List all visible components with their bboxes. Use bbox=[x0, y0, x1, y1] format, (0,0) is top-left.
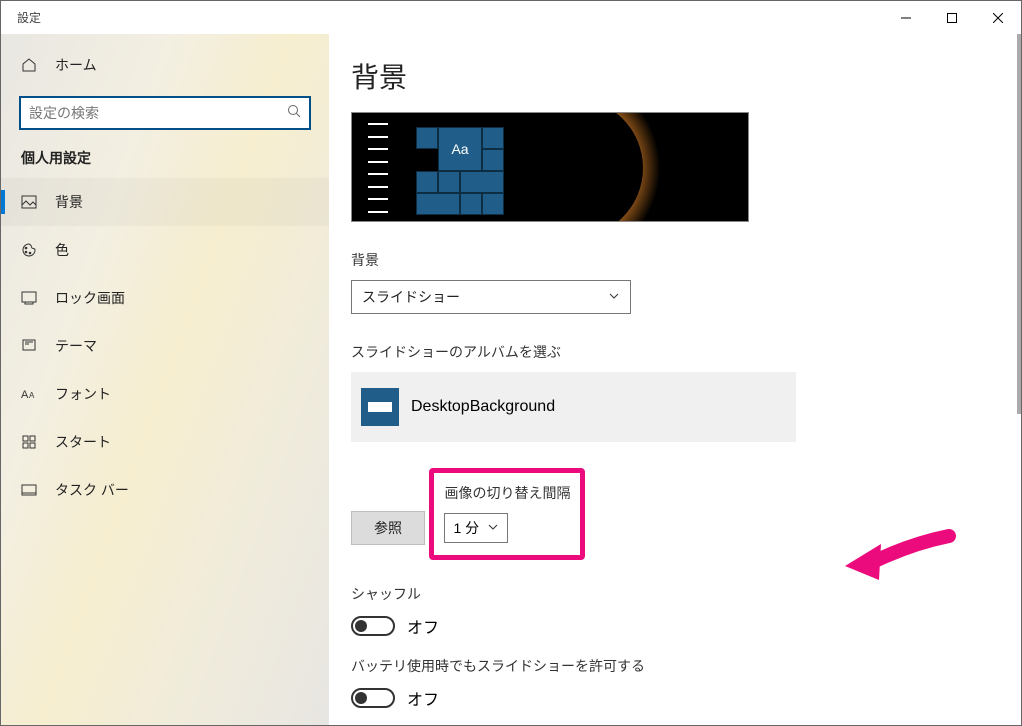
interval-highlight-annotation: 画像の切り替え間隔 1 分 bbox=[429, 468, 585, 560]
window-title: 設定 bbox=[17, 9, 41, 26]
background-preview: Aa bbox=[351, 112, 749, 222]
interval-label: 画像の切り替え間隔 bbox=[444, 483, 570, 503]
lockscreen-icon bbox=[21, 290, 37, 306]
preview-aa: Aa bbox=[438, 127, 482, 171]
category-title: 個人用設定 bbox=[1, 144, 329, 178]
maximize-button[interactable] bbox=[929, 1, 975, 34]
nav-label: フォント bbox=[55, 384, 111, 404]
home-label: ホーム bbox=[55, 55, 97, 75]
nav-label: 背景 bbox=[55, 192, 83, 212]
sidebar: ホーム 個人用設定 背景 色 ロック画面 テーマ AA フォント bbox=[1, 34, 329, 725]
start-icon bbox=[21, 434, 37, 450]
close-button[interactable] bbox=[975, 1, 1021, 34]
battery-state: オフ bbox=[407, 686, 439, 710]
search-icon bbox=[287, 104, 301, 123]
arrow-annotation-icon bbox=[839, 524, 959, 584]
nav-item-lockscreen[interactable]: ロック画面 bbox=[1, 274, 329, 322]
browse-label: 参照 bbox=[374, 518, 402, 538]
font-icon: AA bbox=[21, 386, 37, 402]
scrollbar-thumb[interactable] bbox=[1017, 34, 1021, 414]
home-link[interactable]: ホーム bbox=[1, 44, 329, 86]
background-type-value: スライドショー bbox=[362, 287, 460, 307]
theme-icon bbox=[21, 338, 37, 354]
battery-toggle[interactable] bbox=[351, 688, 395, 708]
chevron-down-icon bbox=[487, 520, 499, 536]
album-label: スライドショーのアルバムを選ぶ bbox=[351, 342, 1021, 362]
shuffle-toggle[interactable] bbox=[351, 616, 395, 636]
album-folder-name: DesktopBackground bbox=[411, 398, 555, 416]
nav-item-fonts[interactable]: AA フォント bbox=[1, 370, 329, 418]
background-label: 背景 bbox=[351, 250, 1021, 270]
background-type-select[interactable]: スライドショー bbox=[351, 280, 631, 314]
start-mock-lines bbox=[360, 123, 396, 213]
nav-label: 色 bbox=[55, 240, 69, 260]
browse-button[interactable]: 参照 bbox=[351, 511, 425, 545]
chevron-down-icon bbox=[608, 289, 620, 305]
nav-label: テーマ bbox=[55, 336, 97, 356]
nav-item-start[interactable]: スタート bbox=[1, 418, 329, 466]
nav-label: スタート bbox=[55, 432, 111, 452]
nav-label: ロック画面 bbox=[55, 288, 125, 308]
search-field[interactable] bbox=[29, 105, 287, 121]
nav-item-background[interactable]: 背景 bbox=[1, 178, 329, 226]
main-panel: 背景 Aa bbox=[329, 34, 1021, 725]
titlebar: 設定 bbox=[1, 1, 1021, 34]
battery-label: バッテリ使用時でもスライドショーを許可する bbox=[351, 656, 1021, 676]
album-folder-row[interactable]: DesktopBackground bbox=[351, 372, 796, 442]
page-title: 背景 bbox=[351, 56, 1021, 96]
search-input[interactable] bbox=[19, 96, 311, 130]
palette-icon bbox=[21, 242, 37, 258]
start-mock-tiles: Aa bbox=[416, 127, 504, 215]
home-icon bbox=[21, 57, 37, 73]
svg-text:A: A bbox=[29, 391, 35, 400]
nav-label: タスク バー bbox=[55, 480, 129, 500]
interval-value: 1 分 bbox=[453, 518, 479, 538]
shuffle-state: オフ bbox=[407, 614, 439, 638]
folder-icon bbox=[361, 388, 399, 426]
interval-select[interactable]: 1 分 bbox=[444, 513, 508, 543]
nav-item-taskbar[interactable]: タスク バー bbox=[1, 466, 329, 514]
eclipse-image bbox=[498, 113, 748, 222]
nav-item-themes[interactable]: テーマ bbox=[1, 322, 329, 370]
window-controls bbox=[883, 1, 1021, 34]
taskbar-icon bbox=[21, 482, 37, 498]
scrollbar[interactable] bbox=[1017, 34, 1021, 725]
shuffle-label: シャッフル bbox=[351, 584, 1021, 604]
image-icon bbox=[21, 194, 37, 210]
nav-item-colors[interactable]: 色 bbox=[1, 226, 329, 274]
minimize-button[interactable] bbox=[883, 1, 929, 34]
svg-text:A: A bbox=[21, 389, 29, 401]
nav-list: 背景 色 ロック画面 テーマ AA フォント スタート タスク バー bbox=[1, 178, 329, 514]
